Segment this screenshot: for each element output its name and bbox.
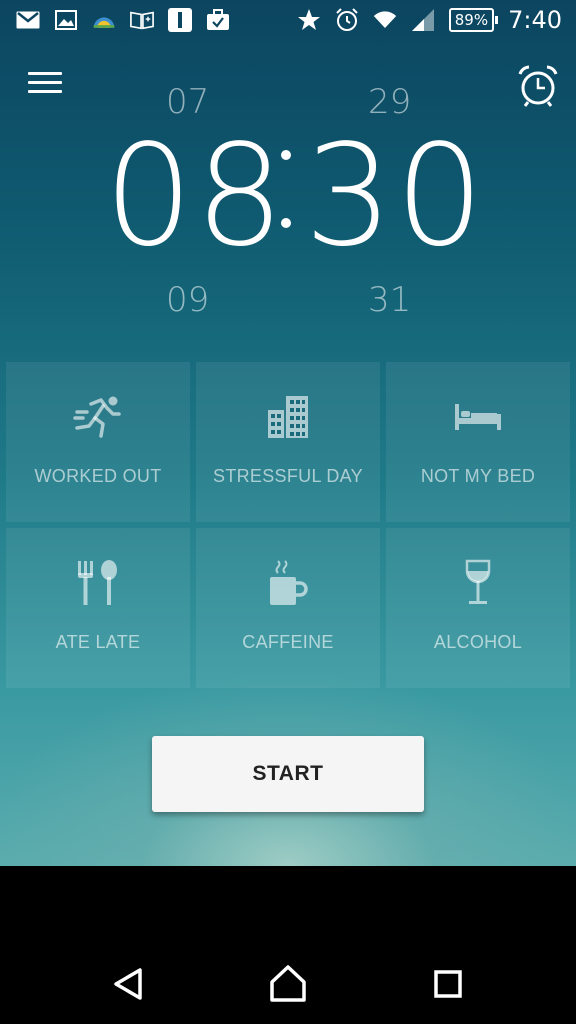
book-icon xyxy=(130,8,154,32)
status-bar: 89% 7:40 xyxy=(0,0,576,40)
factor-label: WORKED OUT xyxy=(34,466,162,486)
factor-worked-out[interactable]: WORKED OUT xyxy=(6,362,190,522)
briefcase-check-icon xyxy=(206,8,230,32)
factor-not-my-bed[interactable]: NOT MY BED xyxy=(386,362,570,522)
minute-next[interactable]: 31 xyxy=(368,280,411,320)
factor-ate-late[interactable]: ATE LATE xyxy=(6,528,190,688)
sleep-app-screen: 89% 7:40 07 29 08 30 09 31 WORKED OUT ST… xyxy=(0,0,576,866)
wifi-icon xyxy=(373,8,397,32)
factor-label: ATE LATE xyxy=(55,632,141,652)
gallery-icon xyxy=(54,8,78,32)
factor-label: CAFFEINE xyxy=(242,632,334,652)
star-icon xyxy=(297,8,321,32)
sleep-factors-grid: WORKED OUT STRESSFUL DAY NOT MY BED ATE … xyxy=(6,362,570,688)
back-icon[interactable] xyxy=(106,962,150,1006)
factor-label: ALCOHOL xyxy=(433,632,523,652)
battery-indicator: 89% xyxy=(448,8,499,32)
hour-value[interactable]: 08 xyxy=(104,122,286,272)
navigation-bar xyxy=(0,866,576,1024)
app-i-icon xyxy=(168,8,192,32)
status-time: 7:40 xyxy=(508,6,562,34)
weather-app-icon xyxy=(92,8,116,32)
recent-apps-icon[interactable] xyxy=(426,962,470,1006)
wine-glass-icon xyxy=(450,558,506,608)
factor-alcohol[interactable]: ALCOHOL xyxy=(386,528,570,688)
minute-value[interactable]: 30 xyxy=(304,122,486,272)
signal-icon xyxy=(411,8,435,32)
gmail-icon xyxy=(16,8,40,32)
start-button[interactable]: START xyxy=(152,736,424,812)
factor-caffeine[interactable]: CAFFEINE xyxy=(196,528,380,688)
factor-stressful-day[interactable]: STRESSFUL DAY xyxy=(196,362,380,522)
factor-label: NOT MY BED xyxy=(420,466,536,486)
home-icon[interactable] xyxy=(266,962,310,1006)
factor-label: STRESSFUL DAY xyxy=(213,466,363,486)
bed-icon xyxy=(450,392,506,442)
time-colon xyxy=(281,150,291,286)
alarm-clock-icon[interactable] xyxy=(516,64,560,108)
hour-next[interactable]: 09 xyxy=(166,280,209,320)
alarm-status-icon xyxy=(335,8,359,32)
fork-spoon-icon xyxy=(70,558,126,608)
menu-icon[interactable] xyxy=(28,72,62,98)
office-building-icon xyxy=(260,392,316,442)
coffee-cup-icon xyxy=(260,558,316,608)
running-person-icon xyxy=(70,392,126,442)
